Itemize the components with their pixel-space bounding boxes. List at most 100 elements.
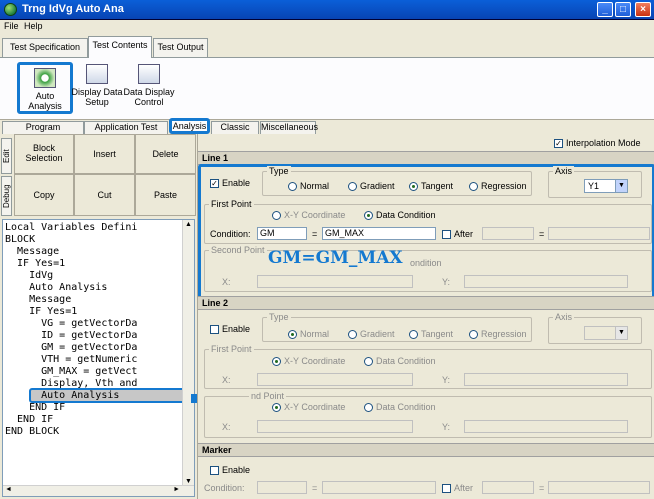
line1-type-gradient[interactable]: Gradient bbox=[348, 181, 395, 192]
line2-second-condition-radio[interactable]: Data Condition bbox=[364, 402, 436, 413]
insert-button[interactable]: Insert bbox=[74, 134, 135, 174]
cut-button[interactable]: Cut bbox=[74, 174, 135, 216]
line1-after-checkbox[interactable]: After bbox=[442, 229, 473, 240]
tab-test-contents[interactable]: Test Contents bbox=[88, 36, 152, 58]
marker-enable-checkbox[interactable]: Enable bbox=[210, 465, 250, 476]
display-data-setup-label-2: Setup bbox=[85, 97, 109, 107]
marker-after-checkbox[interactable]: After bbox=[442, 483, 473, 494]
line1-enable-checkbox[interactable]: ✓ Enable bbox=[210, 178, 250, 189]
marker-condition-right-field[interactable] bbox=[322, 481, 436, 494]
tab-miscellaneous[interactable]: Miscellaneous bbox=[260, 121, 318, 134]
line1-condition-label: Condition: bbox=[210, 229, 251, 239]
line2-type-tangent[interactable]: Tangent bbox=[409, 329, 453, 340]
menu-help[interactable]: Help bbox=[24, 21, 43, 31]
menu-bar: File Help bbox=[0, 20, 654, 34]
code-line[interactable]: Auto Analysis bbox=[5, 282, 107, 294]
scroll-up-icon[interactable]: ▲ bbox=[185, 221, 192, 228]
menu-file[interactable]: File bbox=[4, 21, 19, 31]
paste-button[interactable]: Paste bbox=[135, 174, 196, 216]
code-line[interactable]: IF Yes=1 bbox=[5, 306, 77, 318]
tab-analysis[interactable]: Analysis bbox=[169, 118, 210, 134]
tab-classic-test[interactable]: Classic Test bbox=[211, 121, 259, 143]
line1-first-condition-radio[interactable]: Data Condition bbox=[364, 210, 436, 221]
tab-program-component[interactable]: Program Component bbox=[2, 121, 84, 143]
scroll-down-icon[interactable]: ▼ bbox=[185, 478, 192, 485]
line1-axis-select[interactable]: Y1 ▼ bbox=[584, 179, 628, 193]
auto-analysis-button[interactable]: Auto Analysis bbox=[17, 62, 73, 114]
maximize-button[interactable]: □ bbox=[615, 2, 631, 17]
line2-axis-select[interactable]: ▼ bbox=[584, 326, 628, 340]
code-line[interactable]: BLOCK bbox=[5, 234, 35, 246]
minimize-button[interactable]: _ bbox=[597, 2, 613, 17]
chart-icon bbox=[86, 64, 108, 84]
code-line[interactable]: END BLOCK bbox=[5, 426, 59, 438]
tab-test-specification[interactable]: Test Specification bbox=[2, 38, 88, 57]
data-display-control-label-2: Control bbox=[134, 97, 164, 107]
line1-condition-right-field[interactable]: GM_MAX bbox=[322, 227, 436, 240]
equals-label: = bbox=[312, 483, 318, 493]
vertical-scrollbar[interactable]: ▲ ▼ bbox=[182, 220, 194, 486]
data-display-control-button[interactable]: Data Display Control bbox=[122, 64, 176, 107]
x-label: X: bbox=[222, 375, 231, 385]
analysis-panel: ✓ Interpolation Mode Line 1 ✓ Enable Type … bbox=[197, 134, 654, 499]
line1-second-y-field[interactable] bbox=[464, 275, 628, 288]
line2-second-y-field[interactable] bbox=[464, 420, 628, 433]
tab-test-output[interactable]: Test Output bbox=[153, 38, 208, 57]
code-line[interactable]: GM = getVectorDa bbox=[5, 342, 137, 354]
line1-type-normal[interactable]: Normal bbox=[288, 181, 329, 192]
code-line[interactable]: Message bbox=[5, 294, 71, 306]
line2-type-regression[interactable]: Regression bbox=[469, 329, 527, 340]
line2-type-normal[interactable]: Normal bbox=[288, 329, 329, 340]
line1-condition-left-field[interactable]: GM bbox=[257, 227, 307, 240]
line2-axis-title: Axis bbox=[553, 312, 575, 322]
code-tree[interactable]: Local Variables Defini BLOCK Message IF … bbox=[2, 219, 195, 497]
delete-button[interactable]: Delete bbox=[135, 134, 196, 174]
display-data-setup-button[interactable]: Display Data Setup bbox=[70, 64, 124, 107]
scroll-right-icon[interactable]: ► bbox=[173, 486, 180, 493]
equals-label: = bbox=[539, 483, 545, 493]
horizontal-scrollbar[interactable]: ◄ ► bbox=[3, 485, 194, 496]
line2-enable-checkbox[interactable]: Enable bbox=[210, 324, 250, 335]
marker-after-value-field[interactable] bbox=[548, 481, 650, 494]
side-tab-debug[interactable]: Debug bbox=[1, 176, 12, 216]
line2-first-y-field[interactable] bbox=[464, 373, 628, 386]
line1-second-condition-fragment: ondition bbox=[410, 258, 442, 268]
line2-second-xy-radio[interactable]: X-Y Coordinate bbox=[272, 402, 345, 413]
code-line[interactable]: ID = getVectorDa bbox=[5, 330, 137, 342]
copy-button[interactable]: Copy bbox=[14, 174, 74, 216]
line2-first-condition-radio[interactable]: Data Condition bbox=[364, 356, 436, 367]
tab-application-test[interactable]: Application Test bbox=[84, 121, 168, 134]
code-line[interactable]: VG = getVectorDa bbox=[5, 318, 137, 330]
line1-after-field[interactable] bbox=[482, 227, 534, 240]
line1-second-x-field[interactable] bbox=[257, 275, 413, 288]
code-line[interactable]: END IF bbox=[5, 414, 53, 426]
code-line[interactable]: Local Variables Defini bbox=[5, 222, 137, 234]
block-selection-button[interactable]: Block Selection bbox=[14, 134, 74, 174]
marker-after-field[interactable] bbox=[482, 481, 534, 494]
x-label: X: bbox=[222, 422, 231, 432]
line2-second-x-field[interactable] bbox=[257, 420, 413, 433]
code-line[interactable]: VTH = getNumeric bbox=[5, 354, 137, 366]
code-line[interactable]: Message bbox=[5, 246, 59, 258]
code-line[interactable]: IdVg bbox=[5, 270, 53, 282]
line1-first-xy-radio[interactable]: X-Y Coordinate bbox=[272, 210, 345, 221]
code-line-selected[interactable]: Auto Analysis bbox=[5, 390, 119, 402]
window-title: Trng IdVg Auto Ana bbox=[22, 3, 124, 15]
side-tab-edit[interactable]: Edit bbox=[1, 138, 12, 174]
line1-after-value-field[interactable] bbox=[548, 227, 650, 240]
scroll-left-icon[interactable]: ◄ bbox=[5, 486, 12, 493]
line2-first-x-field[interactable] bbox=[257, 373, 413, 386]
code-line[interactable]: GM_MAX = getVect bbox=[5, 366, 137, 378]
code-line[interactable]: IF Yes=1 bbox=[5, 258, 65, 270]
line1-type-tangent[interactable]: Tangent bbox=[409, 181, 453, 192]
line2-first-xy-radio[interactable]: X-Y Coordinate bbox=[272, 356, 345, 367]
title-bar: Trng IdVg Auto Ana _ □ × bbox=[0, 0, 654, 20]
line2-type-gradient[interactable]: Gradient bbox=[348, 329, 395, 340]
close-button[interactable]: × bbox=[635, 2, 651, 17]
line1-type-regression[interactable]: Regression bbox=[469, 181, 527, 192]
line2-header: Line 2 bbox=[198, 296, 654, 310]
interpolation-mode-checkbox[interactable]: ✓ Interpolation Mode bbox=[554, 138, 641, 149]
marker-condition-left-field[interactable] bbox=[257, 481, 307, 494]
code-line[interactable]: END IF bbox=[5, 402, 65, 414]
line2-first-point-title: First Point bbox=[209, 344, 254, 354]
